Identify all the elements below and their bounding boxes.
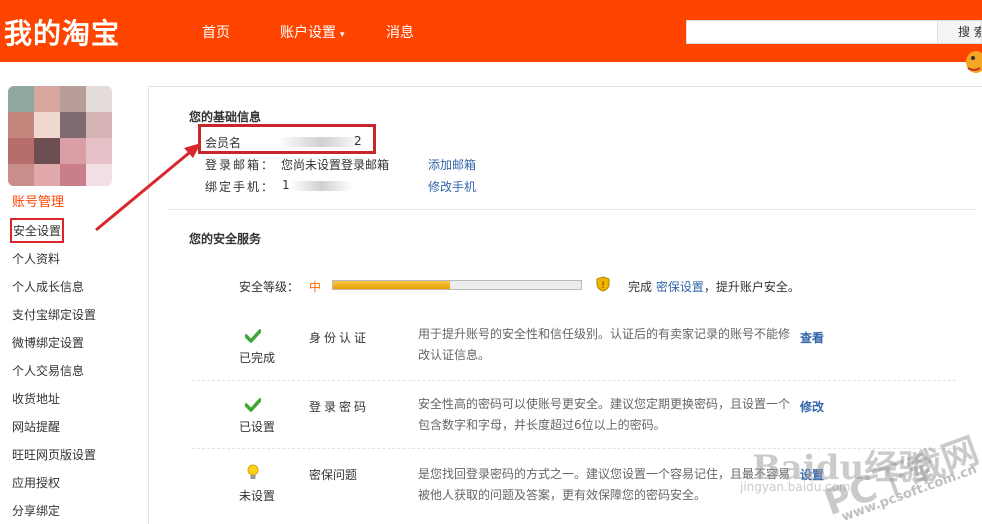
security-tip: 完成 密保设置，提升账户安全。 <box>628 278 800 295</box>
password-status: 已设置 <box>239 420 276 434</box>
section-divider <box>168 209 976 210</box>
identity-name: 身份认证 <box>309 331 370 345</box>
security-question-name: 密保问题 <box>309 468 358 482</box>
security-level-label: 安全等级： <box>239 280 300 294</box>
security-settings-link[interactable]: 密保设置 <box>656 280 704 294</box>
security-question-status: 未设置 <box>239 489 276 503</box>
security-tip-prefix: 完成 <box>628 280 653 294</box>
security-level-fill <box>333 281 450 289</box>
shield-icon: ! <box>596 276 610 292</box>
password-name: 登录密码 <box>309 400 370 414</box>
identity-desc: 用于提升账号的安全性和信任级别。认证后的有卖家记录的账号不能修改认证信息。 <box>418 327 791 362</box>
change-password-button[interactable]: 修改 <box>800 398 824 415</box>
security-question-desc: 是您找回登录密码的方式之一。建议您设置一个容易记住，且最不容易被他人获取的问题及… <box>418 467 791 502</box>
security-title: 您的安全服务 <box>189 232 262 246</box>
check-icon <box>245 398 261 412</box>
security-tip-suffix: ，提升账户安全。 <box>703 280 800 294</box>
security-level-value: 中 <box>309 280 322 294</box>
svg-text:!: ! <box>601 281 605 291</box>
lightbulb-icon <box>247 464 259 479</box>
view-identity-button[interactable]: 查看 <box>800 329 824 346</box>
check-icon <box>245 329 261 343</box>
service-divider <box>192 380 956 381</box>
identity-status: 已完成 <box>239 351 276 365</box>
password-desc: 安全性高的密码可以使账号更安全。建议您定期更换密码，且设置一个包含数字和字母，并… <box>418 397 791 432</box>
security-level-bar <box>332 280 582 290</box>
